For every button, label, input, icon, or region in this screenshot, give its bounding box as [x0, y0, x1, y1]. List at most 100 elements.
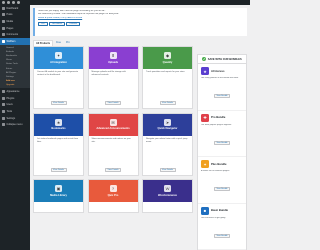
sidebar-item-posts[interactable]: Posts: [0, 12, 30, 19]
product-card: ⬆ Uploads Manage uploads and file storag…: [87, 46, 139, 109]
wp-logo-icon[interactable]: [2, 1, 5, 4]
sidebar-item-users[interactable]: Users: [0, 102, 30, 109]
product-card: ◆ Quantly Track quantities and reports f…: [142, 46, 193, 109]
product-logo-icon: ⬆: [109, 52, 117, 60]
product-name: Media Library: [50, 193, 67, 197]
product-name: Uploads: [107, 60, 119, 64]
bundle-name: Plus Bundle: [211, 162, 227, 166]
product-card: ★ Bookmarks Let visitors bookmark pages …: [33, 112, 84, 176]
view-details-button[interactable]: View Details: [159, 167, 176, 172]
bundle-name: Basic Bundle: [211, 209, 229, 212]
review-notice: Hello! Are you happy with how the plugin…: [33, 8, 247, 36]
product-logo-icon: ★: [55, 118, 62, 126]
admin-sidebar: Dashboard Posts Media Pages Comments Wol…: [0, 5, 30, 250]
view-bundle-button[interactable]: View Bundle: [214, 233, 230, 238]
updates-icon[interactable]: [12, 1, 15, 4]
bundle-icon: ✦: [201, 160, 209, 168]
notice-no-button[interactable]: No thanks: [49, 21, 65, 27]
notice-dismiss-button[interactable]: Dismiss: [66, 21, 81, 27]
bundle-icon: ■: [201, 206, 209, 215]
product-description: Navigate your admin faster with a quick …: [146, 137, 188, 143]
home-icon[interactable]: [7, 1, 10, 4]
card-banner: ➤ Quick Navigator: [143, 113, 192, 136]
media-icon: [2, 19, 5, 23]
bundles-panel: ✓ SAVE WITH OUR BUNDLES ★ All Access Get…: [197, 54, 247, 250]
admin-bar: [0, 0, 250, 5]
bundle-description: Our most popular plugins together.: [201, 123, 232, 126]
view-details-button[interactable]: View Details: [50, 101, 67, 105]
sidebar-item-dashboard[interactable]: Dashboard: [0, 5, 30, 12]
sidebar-item-comments[interactable]: Comments: [0, 31, 30, 38]
view-bundle-button[interactable]: View Bundle: [214, 94, 230, 98]
card-banner: W WooCommerce: [143, 180, 192, 202]
pin-icon: [2, 13, 5, 17]
submenu-item-upgrade[interactable]: Upgrade: [0, 83, 30, 87]
bundle-icon: ✚: [201, 113, 209, 122]
user-icon: [2, 103, 5, 107]
dashboard-icon: [2, 6, 5, 10]
product-logo-icon: W: [164, 185, 171, 193]
card-banner: ★ Bookmarks: [34, 113, 83, 136]
comment-icon: [2, 33, 5, 37]
gear-icon: [2, 116, 5, 120]
sidebar-item-appearance[interactable]: Appearance: [0, 88, 30, 95]
product-description: Let visitors bookmark pages and revisit …: [37, 137, 79, 143]
product-description: Show announcements and notices on your s…: [91, 137, 131, 143]
plug-icon: [2, 96, 5, 100]
bundle-description: Get every product in one bundle and save…: [201, 77, 239, 79]
product-name: AI Integration: [50, 60, 67, 64]
product-card: W WooCommerce: [142, 179, 193, 213]
product-card: ▣ Media Library: [33, 179, 84, 213]
view-details-button[interactable]: View Details: [105, 167, 121, 172]
panel-header: ✓ SAVE WITH OUR BUNDLES: [198, 55, 246, 64]
product-logo-icon: ➤: [164, 118, 171, 126]
product-description: Manage uploads and file storage with adv…: [91, 71, 126, 77]
bundle-name: All Access: [211, 69, 225, 73]
bundle-item: ✚ Pro Bundle Our most popular plugins to…: [198, 111, 246, 157]
card-banner: ⬆ Uploads: [88, 47, 138, 69]
view-details-button[interactable]: View Details: [50, 167, 67, 172]
product-logo-icon: ▣: [55, 185, 62, 193]
product-description: Track quantities and reports for your st…: [146, 71, 186, 73]
comments-icon[interactable]: [17, 1, 20, 4]
product-name: WooCommerce: [158, 193, 177, 197]
product-grid: ✦ AI Integration Connect AI models to yo…: [33, 46, 193, 213]
collapse-icon: [2, 123, 5, 127]
product-logo-icon: ◆: [164, 52, 171, 60]
view-details-button[interactable]: View Details: [159, 101, 176, 105]
sidebar-collapse[interactable]: Collapse menu: [0, 121, 30, 128]
view-bundle-button[interactable]: View Bundle: [214, 140, 230, 145]
card-banner: ▣ Media Library: [34, 180, 83, 202]
view-details-button[interactable]: View Details: [105, 101, 121, 105]
sidebar-item-media[interactable]: Media: [0, 18, 30, 25]
notice-yes-button[interactable]: Yes: [38, 21, 48, 27]
card-banner: ◆ Quantly: [143, 47, 192, 69]
sidebar-item-settings[interactable]: Settings: [0, 115, 30, 122]
product-card: ✉ Advanced Announcements Show announceme…: [87, 112, 139, 176]
product-card: ? Quiz Pro: [87, 179, 139, 213]
sidebar-item-plugins[interactable]: Plugins: [0, 95, 30, 102]
brush-icon: [2, 90, 5, 94]
bundle-name: Pro Bundle: [211, 116, 226, 119]
product-logo-icon: ✦: [55, 52, 62, 60]
notice-link[interactable]: Leave a quick review, it only takes a mi…: [38, 17, 82, 19]
bundle-item: ■ Basic Bundle Just the basics to get go…: [198, 204, 246, 250]
bundle-description: A starter set of essential plugins.: [201, 170, 230, 172]
product-name: Bookmarks: [51, 127, 66, 131]
savings-icon: ✓: [202, 57, 207, 61]
bundle-item: ★ All Access Get every product in one bu…: [198, 64, 246, 111]
sidebar-item-plugin-active[interactable]: Wolfram: [0, 37, 30, 45]
product-name: Quiz Pro: [107, 193, 119, 197]
product-name: Advanced Announcements: [96, 127, 130, 131]
sidebar-item-pages[interactable]: Pages: [0, 25, 30, 32]
sidebar-submenu: General Embeds Bookmarks Share Status To…: [0, 44, 30, 89]
product-name: Quantly: [162, 60, 173, 64]
plugin-icon: [2, 39, 5, 43]
bundle-description: Just the basics to get going.: [201, 216, 226, 219]
sidebar-item-tools[interactable]: Tools: [0, 108, 30, 115]
bundle-item: ✦ Plus Bundle A starter set of essential…: [198, 157, 246, 204]
card-banner: ✉ Advanced Announcements: [88, 113, 138, 136]
view-bundle-button[interactable]: View Bundle: [214, 187, 230, 191]
product-name: Quick Navigator: [157, 127, 178, 131]
product-logo-icon: ?: [109, 185, 117, 193]
